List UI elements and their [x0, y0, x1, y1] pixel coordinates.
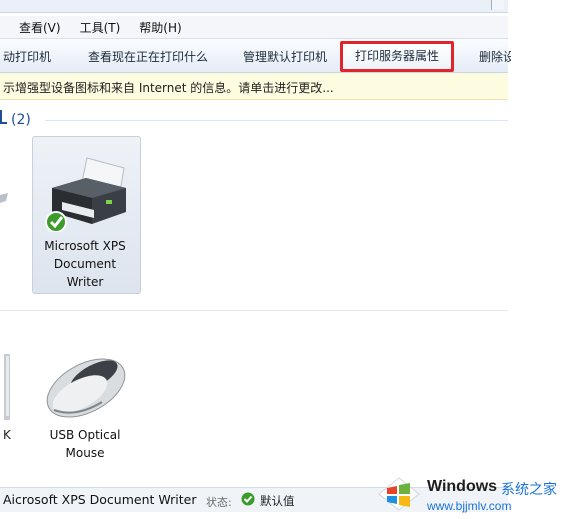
address-bar[interactable]: [0, 0, 508, 13]
mouse-label-line-1: USB Optical: [49, 428, 121, 442]
section-divider: [0, 310, 508, 311]
print-server-properties-button[interactable]: 打印服务器属性: [340, 41, 455, 72]
windows-logo-icon: [378, 477, 420, 511]
info-bar[interactable]: 示增强型设备图标和来自 Internet 的信息。请单击进行更改...: [0, 73, 508, 100]
right-margin: [508, 0, 565, 519]
mouse-label-line-2: Mouse: [65, 446, 105, 460]
selected-device-name: Aicrosoft XPS Document Writer: [3, 492, 197, 507]
mouse-icon[interactable]: [36, 350, 131, 425]
info-bar-text: 示增强型设备图标和来自 Internet 的信息。请单击进行更改...: [3, 81, 334, 95]
group-divider: [45, 120, 508, 121]
see-whats-printing-button[interactable]: 查看现在正在打印什么: [88, 48, 208, 65]
status-value: 默认值: [260, 494, 295, 508]
add-printer-button[interactable]: 动打印机: [3, 48, 51, 65]
group-count: (2): [11, 112, 31, 128]
group-header-partial-glyph: [0, 110, 7, 124]
printer-label-line-3: Writer: [66, 275, 104, 289]
menu-tools[interactable]: 工具(T): [80, 19, 121, 36]
partial-keyboard-icon[interactable]: [0, 350, 12, 430]
manage-default-printers-button[interactable]: 管理默认打印机: [243, 48, 327, 65]
address-dropdown[interactable]: [491, 0, 504, 10]
menu-view[interactable]: 查看(V): [19, 19, 61, 36]
mouse-label: USB Optical Mouse: [30, 426, 140, 462]
watermark-brand: Windows: [427, 478, 498, 495]
printer-label-line-1: Microsoft XPS: [44, 239, 126, 253]
printer-icon: [45, 157, 126, 232]
watermark: Windows 系统之家 www.bjjmlv.com: [375, 470, 565, 519]
status-label: 状态:: [206, 496, 232, 509]
menu-help[interactable]: 帮助(H): [139, 19, 181, 36]
group-header[interactable]: (2): [0, 110, 31, 128]
command-bar: 动打印机 查看现在正在打印什么 管理默认打印机 打印服务器属性 删除设: [0, 38, 511, 73]
watermark-url: www.bjjmlv.com: [427, 499, 512, 513]
partial-device-icon[interactable]: [0, 175, 10, 235]
menu-bar: 查看(V) 工具(T) 帮助(H): [0, 16, 508, 38]
remove-device-button[interactable]: 删除设: [479, 48, 511, 65]
printer-label-line-2: Document: [53, 257, 117, 271]
partial-device-label: K: [3, 428, 11, 442]
default-check-icon: [241, 492, 255, 506]
watermark-brand-cn: 系统之家: [501, 482, 557, 498]
printer-label: Microsoft XPS Document Writer: [30, 237, 140, 291]
